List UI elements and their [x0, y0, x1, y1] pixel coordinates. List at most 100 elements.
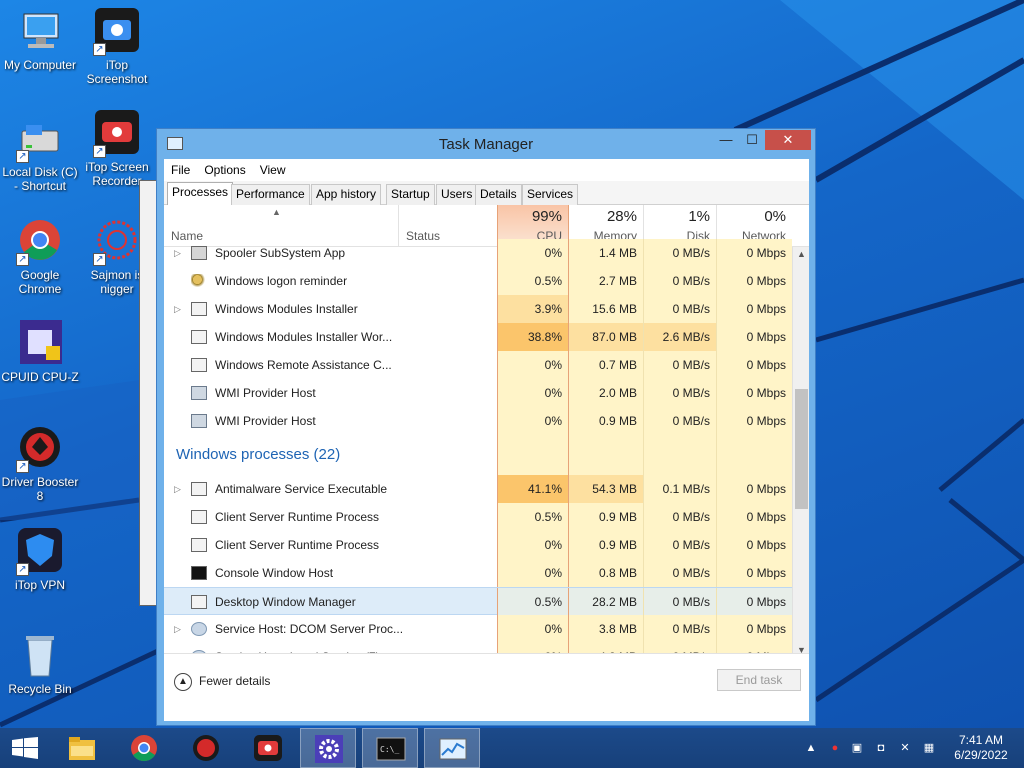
minimize-button[interactable]: — — [713, 130, 739, 150]
clock[interactable]: 7:41 AM 6/29/2022 — [948, 733, 1014, 763]
table-row-selected[interactable]: Desktop Window Manager 0.5% 28.2 MB 0 MB… — [164, 587, 792, 616]
desktop-icon-recycle-bin[interactable]: Recycle Bin — [0, 632, 80, 696]
recycle-bin-icon — [16, 632, 64, 680]
shortcut-arrow-icon: ↗ — [93, 253, 106, 266]
screenshot-app-icon: ↗ — [93, 8, 141, 56]
network-icon[interactable]: ▦ — [922, 741, 936, 755]
svg-text:C:\_: C:\_ — [380, 745, 399, 754]
close-button[interactable]: ✕ — [765, 130, 811, 150]
fewer-details-link[interactable]: ▲ Fewer details — [174, 672, 270, 691]
desktop-icon-driver-booster[interactable]: ↗ Driver Booster 8 — [0, 425, 80, 503]
table-row[interactable]: Windows Remote Assistance C... 0% 0.7 MB… — [164, 351, 792, 379]
tab-performance[interactable]: Performance — [231, 184, 310, 205]
network-value: 0 Mbps — [716, 379, 792, 407]
screenshot-tray-icon[interactable]: ◘ — [874, 741, 888, 755]
table-row[interactable]: ▷ Spooler SubSystem App 0% 1.4 MB 0 MB/s … — [164, 239, 792, 267]
memory-value: 0.7 MB — [569, 351, 643, 379]
console-icon — [191, 566, 207, 580]
tab-startup[interactable]: Startup — [386, 184, 435, 205]
maximize-button[interactable]: ☐ — [739, 130, 765, 150]
table-row[interactable]: Console Window Host 0% 0.8 MB 0 MB/s 0 M… — [164, 559, 792, 587]
group-header-row[interactable]: Windows processes (22) — [164, 435, 792, 475]
window-process-icon — [191, 330, 207, 344]
table-row[interactable]: ▷ Windows Modules Installer 3.9% 15.6 MB … — [164, 295, 792, 323]
start-button[interactable] — [0, 728, 50, 768]
expand-chevron-icon[interactable]: ▷ — [174, 295, 181, 323]
driver-booster-icon — [193, 735, 219, 761]
table-row[interactable]: WMI Provider Host 0% 2.0 MB 0 MB/s 0 Mbp… — [164, 379, 792, 407]
cpu-group-spacer — [497, 435, 569, 475]
desktop-icon-itop-screenshot[interactable]: ↗ iTop Screenshot — [77, 8, 157, 86]
expand-chevron-icon[interactable]: ▷ — [174, 475, 181, 503]
tab-strip: Processes Performance App history Startu… — [164, 181, 809, 205]
vertical-scrollbar[interactable]: ▲ ▼ — [792, 247, 809, 657]
desktop-icon-label: My Computer — [3, 58, 77, 72]
disk-value: 0 MB/s — [643, 379, 716, 407]
table-row[interactable]: ▷ Service Host: DCOM Server Proc... 0% 3.… — [164, 615, 792, 643]
chevron-up-circle-icon: ▲ — [174, 672, 192, 691]
desktop-icon-google-chrome[interactable]: ↗ Google Chrome — [0, 218, 80, 296]
process-name: Desktop Window Manager — [215, 595, 356, 609]
end-task-button[interactable]: End task — [717, 669, 801, 691]
network-total-percent: 0% — [764, 208, 786, 225]
table-row[interactable]: Client Server Runtime Process 0% 0.9 MB … — [164, 531, 792, 559]
table-row[interactable]: ▷ Antimalware Service Executable 41.1% 54… — [164, 475, 792, 503]
process-name: WMI Provider Host — [215, 414, 316, 428]
table-row[interactable]: Windows logon reminder 0.5% 2.7 MB 0 MB/… — [164, 267, 792, 295]
desktop-icon-cpu-z[interactable]: CPUID CPU-Z — [0, 320, 80, 384]
tab-details[interactable]: Details — [475, 184, 522, 205]
expand-chevron-icon[interactable]: ▷ — [174, 239, 181, 267]
memory-value: 28.2 MB — [569, 588, 643, 616]
table-row[interactable]: Windows Modules Installer Wor... 38.8% 8… — [164, 323, 792, 351]
scrollbar-thumb[interactable] — [795, 389, 808, 509]
menu-file[interactable]: File — [164, 159, 197, 181]
taskbar-chrome[interactable] — [116, 728, 172, 768]
show-hidden-icons-chevron-icon[interactable]: ▲ — [804, 741, 818, 755]
shortcut-arrow-icon: ↗ — [16, 253, 29, 266]
desktop-icon-my-computer[interactable]: My Computer — [0, 8, 80, 72]
tab-services[interactable]: Services — [522, 184, 579, 205]
task-manager-window[interactable]: Task Manager — ☐ ✕ File Options View Proce… — [156, 128, 816, 726]
process-name: Service Host: DCOM Server Proc... — [215, 622, 404, 636]
expand-chevron-icon[interactable]: ▷ — [174, 615, 181, 643]
shortcut-arrow-icon: ↗ — [16, 150, 29, 163]
desktop-icon-label: Google Chrome — [18, 268, 62, 296]
disk-icon: ↗ — [16, 115, 64, 163]
tab-app-history[interactable]: App history — [311, 184, 382, 205]
volume-muted-icon[interactable]: ✕ — [898, 741, 912, 755]
taskbar-file-explorer[interactable] — [54, 728, 110, 768]
scroll-up-icon[interactable]: ▲ — [793, 247, 809, 261]
tab-users[interactable]: Users — [436, 184, 478, 205]
title-bar[interactable]: Task Manager — ☐ ✕ — [157, 129, 815, 159]
window-process-icon — [191, 538, 207, 552]
desktop-icon-local-disk[interactable]: ↗ Local Disk (C) - Shortcut — [0, 115, 80, 193]
cpu-value: 0% — [497, 351, 569, 379]
tab-processes[interactable]: Processes — [167, 182, 234, 205]
cpu-value: 0.5% — [497, 588, 569, 616]
table-row[interactable]: Client Server Runtime Process 0.5% 0.9 M… — [164, 503, 792, 531]
desktop-icon-itop-vpn[interactable]: ↗ iTop VPN — [0, 528, 80, 592]
desktop-icon-label: iTop Screenshot — [86, 58, 148, 86]
gear-icon — [315, 735, 343, 763]
cpu-value: 0% — [497, 531, 569, 559]
taskbar-driver-booster[interactable] — [178, 728, 234, 768]
taskbar-settings[interactable] — [300, 728, 356, 768]
network-value: 0 Mbps — [716, 559, 792, 587]
menu-view[interactable]: View — [253, 159, 293, 181]
taskbar-command-prompt[interactable]: C:\_ — [362, 728, 418, 768]
taskbar-screen-recorder[interactable] — [240, 728, 296, 768]
recorder-tray-icon[interactable]: ● — [828, 741, 842, 755]
taskbar: C:\_ ▲ ● ▣ ◘ ✕ ▦ 7:41 AM 6/29/2022 — [0, 728, 1024, 768]
desktop-icon-itop-screen-recorder[interactable]: ↗ iTop Screen Recorder — [77, 110, 157, 188]
printer-icon — [191, 246, 207, 260]
fewer-details-label: Fewer details — [199, 674, 271, 688]
taskbar-task-manager[interactable] — [424, 728, 480, 768]
process-name: Windows Modules Installer — [215, 302, 358, 316]
memory-value: 0.8 MB — [569, 559, 643, 587]
table-row[interactable]: WMI Provider Host 0% 0.9 MB 0 MB/s 0 Mbp… — [164, 407, 792, 435]
menu-options[interactable]: Options — [197, 159, 252, 181]
memory-value: 54.3 MB — [569, 475, 643, 503]
window-client-area: File Options View Processes Performance Ap… — [164, 159, 809, 721]
desktop-icon-label: Driver Booster 8 — [1, 475, 79, 503]
screen-recorder-tray-icon[interactable]: ▣ — [850, 741, 864, 755]
